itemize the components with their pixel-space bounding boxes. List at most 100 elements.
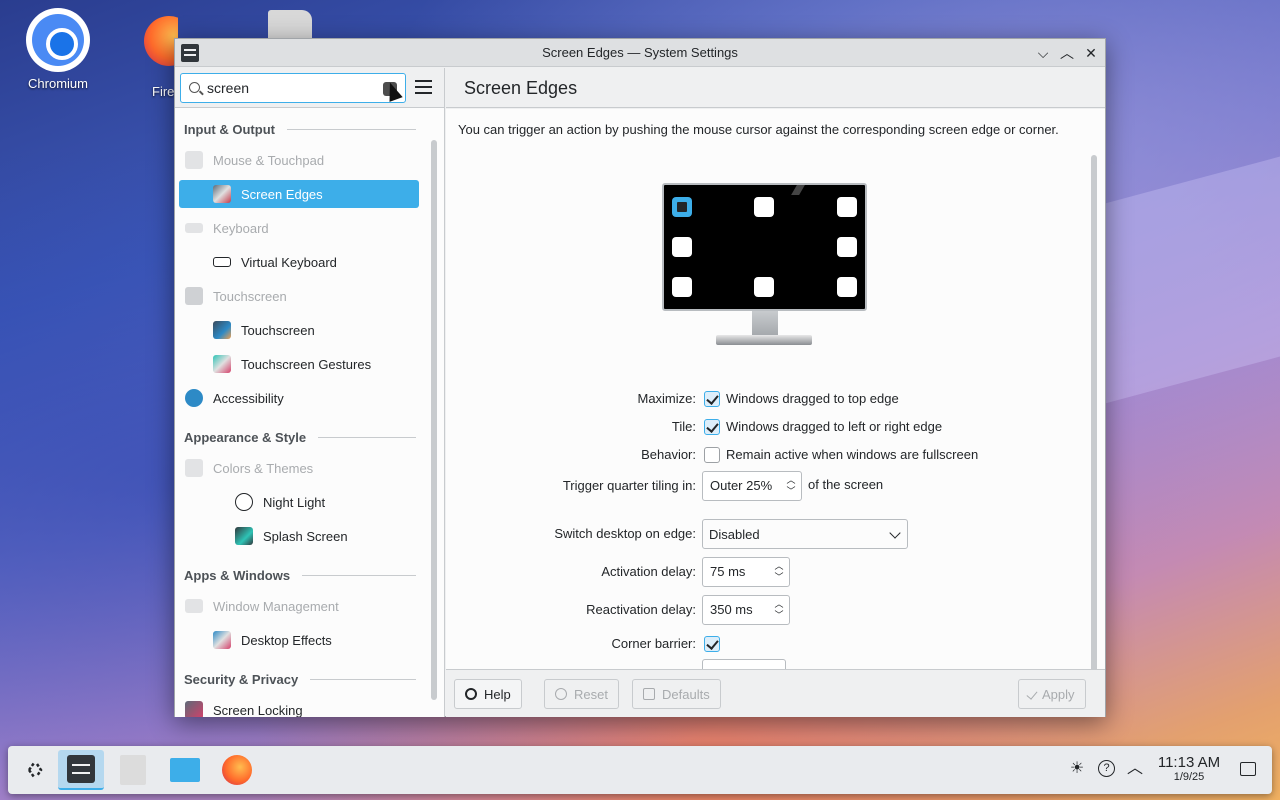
lock-icon	[185, 701, 203, 717]
spin-arrows-icon[interactable]: ︿ ﹀	[773, 561, 785, 583]
sidebar-item-splash-screen[interactable]: Splash Screen	[179, 522, 419, 550]
desktop-icon-chromium[interactable]: Chromium	[18, 8, 98, 91]
accessibility-icon	[185, 389, 203, 407]
chromium-icon	[26, 8, 90, 72]
sidebar-item-accessibility[interactable]: Accessibility	[179, 384, 419, 412]
splash-screen-icon	[235, 527, 253, 545]
help-button[interactable]: Help	[454, 679, 522, 709]
category-header: Input & Output	[184, 122, 416, 137]
touchscreen-icon	[185, 287, 203, 305]
corner-barrier-label: Corner barrier:	[611, 636, 696, 651]
behavior-label: Behavior:	[641, 447, 696, 462]
content-scrollbar[interactable]	[1091, 155, 1097, 669]
partial-spinbox[interactable]	[702, 659, 786, 669]
show-desktop-icon[interactable]	[1240, 762, 1256, 776]
tile-text[interactable]: Windows dragged to left or right edge	[726, 419, 942, 434]
help-circle-icon[interactable]: ?	[1098, 760, 1115, 777]
quarter-tiling-spinbox[interactable]: Outer 25% ︿ ﹀	[702, 471, 802, 501]
sidebar-item-touchscreen-gestures[interactable]: Touchscreen Gestures	[179, 350, 419, 378]
footer-bar: Help Reset Defaults Apply	[446, 669, 1105, 717]
desktop-icon-firefox[interactable]: Fire	[128, 8, 178, 99]
reset-button[interactable]: Reset	[544, 679, 619, 709]
hamburger-menu-icon[interactable]	[415, 80, 432, 94]
sidebar-item-colors-themes[interactable]: Colors & Themes	[179, 454, 419, 482]
sidebar-item-virtual-keyboard[interactable]: Virtual Keyboard	[179, 248, 419, 276]
desktop-icon-label: Chromium	[28, 76, 88, 91]
search-icon	[189, 82, 200, 93]
quarter-tiling-row: Trigger quarter tiling in: Outer 25% ︿ ﹀ …	[446, 471, 1086, 501]
sidebar-item-touchscreen[interactable]: Touchscreen	[179, 316, 419, 344]
reset-icon	[555, 688, 567, 700]
search-box[interactable]	[180, 73, 406, 103]
search-row	[175, 68, 444, 108]
edge-right-button[interactable]	[837, 237, 857, 257]
sidebar-item-screen-edges[interactable]: Screen Edges	[179, 180, 419, 208]
sidebar-item-mouse-touchpad[interactable]: Mouse & Touchpad	[179, 146, 419, 174]
clock[interactable]: 11:13 AM 1/9/25	[1154, 754, 1224, 783]
behavior-checkbox[interactable]	[704, 447, 720, 463]
maximize-text[interactable]: Windows dragged to top edge	[726, 391, 899, 406]
switch-desktop-combobox[interactable]: Disabled	[702, 519, 908, 549]
edge-top-left-button[interactable]	[672, 197, 692, 217]
firefox-icon	[144, 16, 178, 80]
spin-arrows-icon[interactable]: ︿ ﹀	[773, 599, 785, 621]
close-button[interactable]: ✕	[1081, 43, 1101, 63]
application-launcher-icon[interactable]	[12, 750, 58, 790]
taskbar-firefox[interactable]	[214, 750, 260, 790]
quarter-tiling-label: Trigger quarter tiling in:	[562, 478, 696, 493]
page-description: You can trigger an action by pushing the…	[458, 122, 1059, 137]
firefox-icon	[222, 755, 252, 785]
title-bar[interactable]: Screen Edges — System Settings ⌵ ︿ ✕	[175, 39, 1105, 67]
sidebar-item-keyboard[interactable]: Keyboard	[179, 214, 419, 242]
switch-desktop-row: Switch desktop on edge: Disabled	[446, 519, 1086, 549]
tile-label: Tile:	[671, 419, 696, 434]
content-area: You can trigger an action by pushing the…	[446, 109, 1105, 669]
sidebar-item-night-light[interactable]: Night Light	[179, 488, 419, 516]
minimize-button[interactable]: ⌵	[1033, 43, 1053, 63]
edge-bottom-button[interactable]	[754, 277, 774, 297]
system-settings-window: Screen Edges — System Settings ⌵ ︿ ✕ Inp…	[174, 38, 1106, 717]
category-header: Apps & Windows	[184, 568, 416, 583]
help-icon	[465, 688, 477, 700]
sidebar-item-touchscreen-category[interactable]: Touchscreen	[179, 282, 419, 310]
defaults-button[interactable]: Defaults	[632, 679, 721, 709]
maximize-checkbox[interactable]	[704, 391, 720, 407]
chevron-down-icon	[889, 527, 901, 539]
chevron-up-icon[interactable]: ︿	[1126, 760, 1144, 778]
edge-left-button[interactable]	[672, 237, 692, 257]
search-input[interactable]	[207, 79, 377, 97]
quarter-tiling-suffix: of the screen	[808, 477, 884, 492]
edge-bottom-left-button[interactable]	[672, 277, 692, 297]
edge-bottom-right-button[interactable]	[837, 277, 857, 297]
page-header: Screen Edges	[446, 68, 1105, 108]
taskbar-system-settings[interactable]	[58, 750, 104, 790]
desktop-effects-icon	[213, 631, 231, 649]
sidebar-scrollbar[interactable]	[431, 140, 437, 700]
file-icon[interactable]	[268, 10, 312, 40]
edge-top-button[interactable]	[754, 197, 774, 217]
sidebar-item-screen-locking[interactable]: Screen Locking	[179, 696, 419, 717]
document-icon	[120, 755, 146, 785]
spin-arrows-icon[interactable]: ︿ ﹀	[785, 475, 797, 497]
corner-barrier-checkbox[interactable]	[704, 636, 720, 652]
edge-top-right-button[interactable]	[837, 197, 857, 217]
maximize-button[interactable]: ︿	[1057, 43, 1077, 63]
sidebar-item-desktop-effects[interactable]: Desktop Effects	[179, 626, 419, 654]
activation-delay-label: Activation delay:	[601, 564, 696, 579]
clock-time: 11:13 AM	[1157, 754, 1221, 771]
touchscreen-gestures-icon	[213, 355, 231, 373]
paintbrush-icon	[185, 459, 203, 477]
category-header: Security & Privacy	[184, 672, 416, 687]
taskbar: ☀ ? ︿ 11:13 AM 1/9/25	[8, 746, 1272, 794]
apply-button[interactable]: Apply	[1018, 679, 1086, 709]
behavior-text[interactable]: Remain active when windows are fullscree…	[726, 447, 978, 462]
taskbar-file-manager[interactable]	[162, 750, 208, 790]
brightness-icon[interactable]: ☀	[1068, 760, 1086, 778]
window-title: Screen Edges — System Settings	[542, 45, 738, 60]
tile-checkbox[interactable]	[704, 419, 720, 435]
virtual-keyboard-icon	[213, 257, 231, 267]
sidebar-item-window-management[interactable]: Window Management	[179, 592, 419, 620]
activation-delay-spinbox[interactable]: 75 ms ︿ ﹀	[702, 557, 790, 587]
reactivation-delay-spinbox[interactable]: 350 ms ︿ ﹀	[702, 595, 790, 625]
taskbar-text-editor[interactable]	[110, 750, 156, 790]
